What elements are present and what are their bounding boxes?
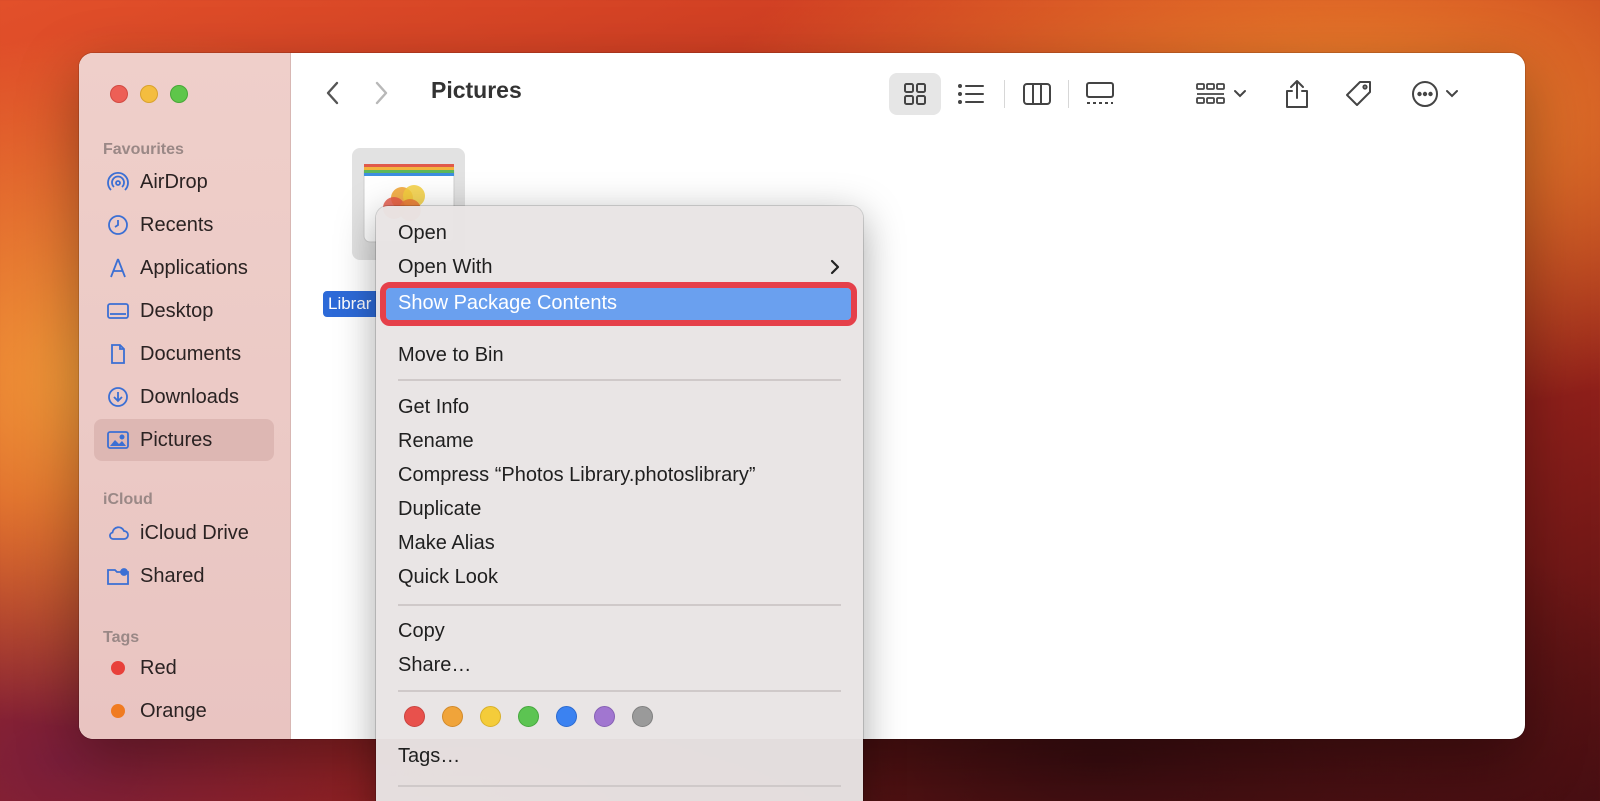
file-name-label[interactable]: Librar (323, 291, 383, 317)
icon-view-button[interactable] (889, 73, 941, 115)
chevron-right-icon (375, 81, 388, 105)
menu-item-compress[interactable]: Compress “Photos Library.photoslibrary” (398, 460, 756, 490)
tag-color-purple[interactable] (594, 706, 615, 727)
menu-item-move-to-bin[interactable]: Move to Bin (398, 340, 504, 370)
menu-tag-colors (404, 706, 653, 727)
photo-icon (106, 428, 130, 452)
tag-color-yellow[interactable] (480, 706, 501, 727)
sidebar-item-label: Documents (140, 342, 242, 365)
sidebar-item-tag-orange[interactable]: Orange (94, 690, 274, 732)
chevron-down-icon (1234, 90, 1246, 98)
sidebar-item-label: Recents (140, 213, 214, 236)
clock-icon (106, 213, 130, 237)
menu-separator (398, 379, 841, 381)
sidebar-item-tag-red[interactable]: Red (94, 647, 274, 689)
sidebar-item-applications[interactable]: Applications (94, 247, 274, 289)
menu-item-make-alias[interactable]: Make Alias (398, 528, 495, 558)
airdrop-icon (106, 170, 130, 194)
menu-item-share[interactable]: Share… (398, 650, 471, 680)
close-button[interactable] (110, 85, 128, 103)
sidebar-item-airdrop[interactable]: AirDrop (94, 161, 274, 203)
cloud-icon (106, 521, 130, 545)
sidebar-item-label: Shared (140, 564, 205, 587)
sidebar-item-label: Orange (140, 699, 207, 722)
sidebar-item-downloads[interactable]: Downloads (94, 376, 274, 418)
menu-item-open[interactable]: Open (398, 218, 447, 248)
sidebar-item-desktop[interactable]: Desktop (94, 290, 274, 332)
sidebar: Favourites AirDrop Recents Applications … (79, 53, 291, 739)
gallery-view-button[interactable] (1075, 73, 1125, 115)
sidebar-item-label: Red (140, 656, 177, 679)
minimize-button[interactable] (140, 85, 158, 103)
sidebar-item-recents[interactable]: Recents (94, 204, 274, 246)
more-actions-button[interactable] (1403, 73, 1467, 115)
tag-color-gray[interactable] (632, 706, 653, 727)
menu-item-quick-look[interactable]: Quick Look (398, 562, 498, 592)
list-view-button[interactable] (947, 73, 995, 115)
menu-item-show-package-contents[interactable]: Show Package Contents (380, 282, 857, 326)
download-icon (106, 385, 130, 409)
share-icon (1286, 80, 1308, 108)
menu-item-get-info[interactable]: Get Info (398, 392, 469, 422)
chevron-down-icon (1446, 90, 1458, 98)
group-by-button[interactable] (1189, 73, 1253, 115)
tag-color-green[interactable] (518, 706, 539, 727)
tag-color-red[interactable] (404, 706, 425, 727)
back-button[interactable] (315, 75, 351, 111)
sidebar-section-tags: Tags (103, 629, 140, 646)
shared-folder-icon (106, 564, 130, 588)
sidebar-item-label: Downloads (140, 385, 239, 408)
menu-item-copy[interactable]: Copy (398, 616, 445, 646)
window-controls (110, 85, 188, 103)
tag-dot (111, 661, 125, 675)
sidebar-item-label: iCloud Drive (140, 521, 249, 544)
list-icon (958, 84, 984, 104)
tag-icon (1346, 81, 1371, 106)
menu-separator (398, 785, 841, 787)
tag-color-blue[interactable] (556, 706, 577, 727)
forward-button[interactable] (363, 75, 399, 111)
chevron-right-icon (830, 259, 840, 275)
toolbar-separator (1004, 80, 1005, 108)
sidebar-item-shared[interactable]: Shared (94, 555, 274, 597)
ellipsis-circle-icon (1412, 81, 1438, 107)
sidebar-item-icloud-drive[interactable]: iCloud Drive (94, 512, 274, 554)
sidebar-item-label: AirDrop (140, 170, 208, 193)
sidebar-section-icloud: iCloud (103, 491, 153, 508)
menu-item-label: Show Package Contents (398, 292, 618, 314)
grid-icon (904, 83, 926, 105)
tag-button[interactable] (1337, 73, 1381, 115)
sidebar-item-label: Pictures (140, 428, 213, 451)
menu-separator (398, 690, 841, 692)
tag-dot (111, 704, 125, 718)
share-button[interactable] (1275, 73, 1319, 115)
menu-item-duplicate[interactable]: Duplicate (398, 494, 481, 524)
applications-icon (106, 256, 130, 280)
menu-separator (398, 604, 841, 606)
group-icon (1196, 83, 1225, 104)
sidebar-item-documents[interactable]: Documents (94, 333, 274, 375)
sidebar-item-label: Applications (140, 256, 248, 279)
chevron-left-icon (326, 81, 339, 105)
menu-item-tags[interactable]: Tags… (398, 741, 460, 771)
sidebar-section-favourites: Favourites (103, 141, 184, 158)
gallery-icon (1086, 82, 1114, 104)
menu-item-open-with[interactable]: Open With (398, 252, 838, 282)
window-title: Pictures (431, 77, 522, 103)
toolbar-separator (1068, 80, 1069, 108)
toolbar: Pictures (291, 53, 1525, 133)
desktop-icon (106, 299, 130, 323)
column-view-button[interactable] (1013, 73, 1061, 115)
sidebar-item-pictures[interactable]: Pictures (94, 419, 274, 461)
zoom-button[interactable] (170, 85, 188, 103)
document-icon (106, 342, 130, 366)
menu-item-rename[interactable]: Rename (398, 426, 474, 456)
columns-icon (1023, 83, 1051, 105)
tag-color-orange[interactable] (442, 706, 463, 727)
context-menu: Open Open With Show Package Contents Mov… (376, 206, 863, 801)
menu-item-label: Open With (398, 255, 493, 278)
sidebar-item-label: Desktop (140, 299, 214, 322)
